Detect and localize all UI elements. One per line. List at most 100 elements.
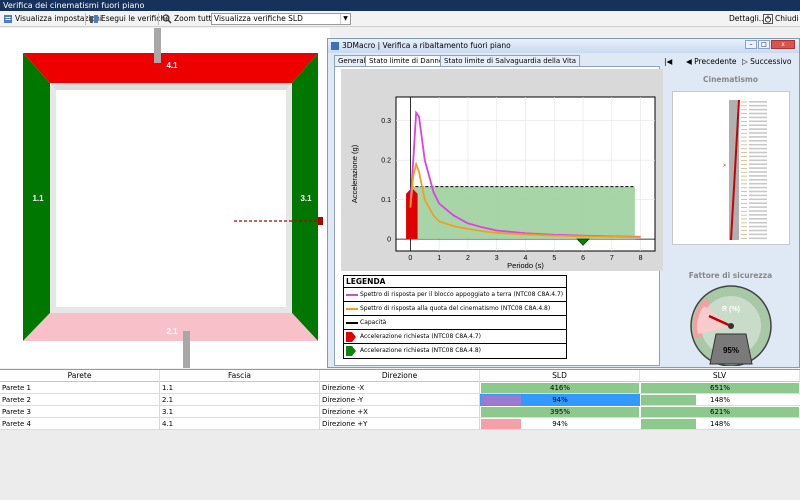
view-select[interactable]: Visualizza verifiche SLD ▼	[211, 13, 351, 25]
wall-label-right: 3.1	[300, 194, 312, 203]
elevation-label-mark	[749, 108, 767, 111]
x-tick-label: 0	[408, 255, 412, 262]
inner-edge	[50, 83, 292, 90]
col-sld[interactable]: SLD	[480, 370, 640, 382]
dialog-title-bar: 3DMacro | Verifica a ribaltamento fuori …	[328, 39, 799, 53]
elevation-label-mark	[749, 218, 767, 220]
elevation-label-mark	[749, 143, 767, 146]
cell-direzione: Direzione -Y	[320, 394, 480, 406]
nav-first-icon[interactable]: |◀	[664, 57, 672, 66]
red-pentagon-icon	[346, 332, 356, 342]
safety-factor-title: Fattore di sicurezza	[688, 271, 773, 280]
col-direzione[interactable]: Direzione	[320, 370, 480, 382]
table-row[interactable]: Parete 3 3.1 Direzione +X 395% 621%	[0, 406, 800, 418]
minimize-button[interactable]: –	[745, 40, 757, 49]
y-tick-label: 0.1	[381, 197, 391, 204]
cell-parete: Parete 4	[0, 418, 160, 430]
wall-label-bottom: 2.1	[166, 327, 178, 336]
maximize-button[interactable]: □	[758, 40, 770, 49]
slv-value: 148%	[709, 420, 730, 428]
elevation-label-mark	[749, 186, 767, 189]
inner-edge	[50, 307, 292, 313]
gauge-svg: R (%) 95%	[690, 285, 772, 367]
elevation-label-mark	[749, 190, 767, 193]
y-tick-label: 0.2	[381, 158, 391, 165]
gauge-value: 95%	[723, 346, 739, 355]
close-button[interactable]: Chiudi	[763, 13, 799, 25]
legend-swatch	[346, 294, 358, 296]
gauge-hub	[728, 323, 734, 329]
elevation-label-mark	[749, 151, 767, 154]
power-icon	[763, 14, 773, 24]
axis-marker-top	[154, 28, 161, 63]
cell-direzione: Direzione -X	[320, 382, 480, 394]
elevation-label-mark	[749, 116, 767, 119]
inner-edge	[50, 83, 56, 313]
settings-button[interactable]: Visualizza impostazioni	[3, 13, 102, 25]
building-plan-view[interactable]: 4.1 1.1 3.1 2.1	[0, 28, 330, 368]
x-tick-label: 1	[437, 255, 441, 262]
slv-value: 651%	[709, 384, 730, 392]
slv-value: 148%	[709, 396, 730, 404]
legend-item: Accelerazione richiesta (NTC08 C8A.4.8)	[344, 344, 566, 358]
table-row[interactable]: Parete 2 2.1 Direzione -Y 94% 148%	[0, 394, 800, 406]
elevation-label-mark	[749, 128, 767, 130]
elevation-label-mark	[749, 132, 767, 134]
elevation-label-mark	[749, 210, 767, 212]
cell-direzione: Direzione +Y	[320, 418, 480, 430]
dialog-title: 3DMacro | Verifica a ribaltamento fuori …	[342, 41, 511, 50]
elevation-label-mark	[749, 182, 767, 185]
sld-value: 416%	[549, 384, 570, 392]
elevation-label-mark	[749, 202, 767, 204]
close-label: Chiudi	[775, 14, 799, 23]
col-parete[interactable]: Parete	[0, 370, 160, 382]
col-fascia[interactable]: Fascia	[160, 370, 320, 382]
table-row[interactable]: Parete 4 4.1 Direzione +Y 94% 148%	[0, 418, 800, 430]
table-header: Parete Fascia Direzione SLD SLV	[0, 370, 800, 382]
settings-icon	[4, 15, 12, 23]
elevation-label-mark	[749, 229, 767, 232]
x-tick-label: 6	[581, 255, 585, 262]
elevation-label-mark	[749, 104, 767, 107]
direction-arrow-head	[318, 217, 323, 225]
legend-item: Capacità	[344, 316, 566, 330]
floor-area	[56, 90, 286, 307]
cinematismo-title: Cinematismo	[703, 75, 758, 84]
dialog-close-button[interactable]: x	[771, 40, 795, 49]
legend-swatch	[346, 308, 358, 310]
zoom-all-button[interactable]: Zoom tutto	[162, 13, 216, 25]
x-tick-label: 3	[495, 255, 499, 262]
prev-button[interactable]: ◀ Precedente	[686, 57, 737, 66]
sld-value: 94%	[552, 396, 568, 404]
tab-panel: 0 1 2 3 4 5 6 7 8 0 0.1 0.2 0.3 Periodo (s) Accelerazi…	[334, 66, 663, 366]
legend-label: Spettro di risposta per il blocco appogg…	[360, 291, 564, 298]
zoom-all-label: Zoom tutto	[174, 14, 217, 23]
axis-marker-bottom	[183, 331, 190, 368]
magnifier-icon	[162, 14, 172, 24]
capacity-area	[410, 186, 635, 240]
elevation-label-mark	[749, 221, 767, 224]
prev-label: Precedente	[694, 57, 737, 66]
elevation-label-mark	[749, 194, 767, 197]
legend-title: LEGENDA	[344, 276, 566, 288]
table-row[interactable]: Parete 1 1.1 Direzione -X 416% 651%	[0, 382, 800, 394]
spectrum-chart: 0 1 2 3 4 5 6 7 8 0 0.1 0.2 0.3 Periodo (s) Accelerazi…	[341, 69, 663, 271]
legend-item: Spettro di risposta alla quota del cinem…	[344, 302, 566, 316]
app-title: Verifica dei cinematismi fuori piano	[3, 1, 145, 10]
elevation-label-mark	[749, 140, 767, 142]
cell-parete: Parete 2	[0, 394, 160, 406]
elevation-label-mark	[749, 198, 767, 201]
elevation-label-mark	[749, 179, 767, 181]
next-button[interactable]: ▷ Successivo	[742, 57, 791, 66]
elevation-label-mark	[749, 101, 767, 103]
col-slv[interactable]: SLV	[640, 370, 800, 382]
y-tick-label: 0	[387, 237, 391, 244]
details-button[interactable]: Dettagli...	[729, 13, 766, 25]
legend-label: Accelerazione richiesta (NTC08 C8A.4.7)	[360, 333, 482, 340]
sld-value: 94%	[552, 420, 568, 428]
sld-value: 395%	[549, 408, 570, 416]
elevation-label-mark	[749, 206, 767, 208]
elevation-label-mark	[749, 124, 767, 126]
verification-dialog: 3DMacro | Verifica a ribaltamento fuori …	[327, 38, 800, 368]
toolbar: Visualizza impostazioni Esegui le verifi…	[0, 11, 800, 27]
